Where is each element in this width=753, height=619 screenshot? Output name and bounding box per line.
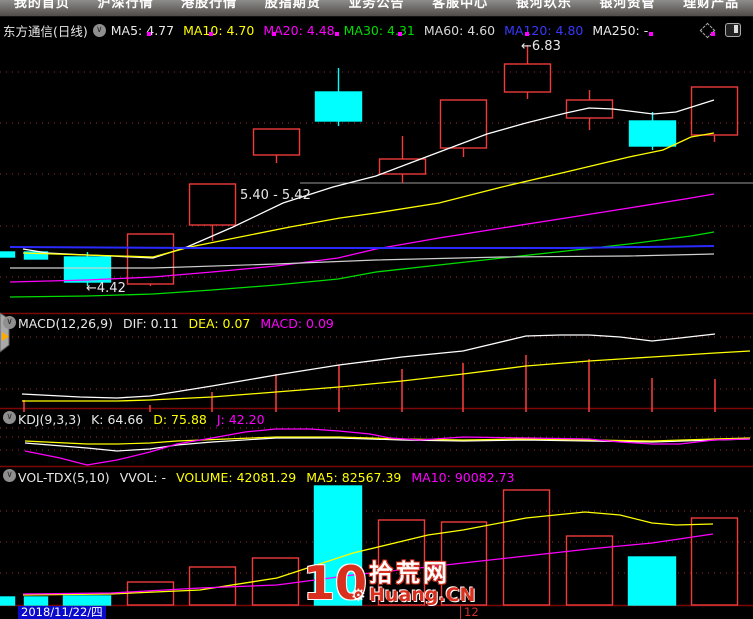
volume-bar <box>251 557 300 606</box>
price-annotation-2: 5.40 - 5.42 <box>240 188 311 203</box>
price-annotation-3: ←4.42 <box>86 281 126 296</box>
macd-value-dea: DEA: 0.07 <box>188 316 251 331</box>
signal-dot <box>398 32 402 36</box>
macd-value-dif: DIF: 0.11 <box>122 316 179 331</box>
vol-indicator-name: VOL-TDX(5,10) <box>18 470 110 485</box>
signal-dot <box>525 32 529 36</box>
candle-body <box>314 91 363 122</box>
trading-app-window: 我的首页 沪深行情 港股行情 股指期货 业务公告 客服中心 银河玖乐 银河资管 理财产品 东方通… <box>0 0 753 619</box>
vol-value-volume: VOLUME: 42081.29 <box>176 470 297 485</box>
chart-canvas[interactable]: ←6.83 5.40 - 5.42 ←4.42 <box>0 0 753 619</box>
vol-value-vvol: VVOL: - <box>119 470 167 485</box>
kdj-value-d: D: 75.88 <box>153 412 207 427</box>
kdj-k-line <box>24 437 751 452</box>
watermark-site-url: Huang.CN <box>369 584 476 606</box>
ma-line-ma5 <box>22 99 715 259</box>
kdj-j-line <box>24 428 751 466</box>
volume-bar <box>0 596 16 606</box>
candle-body <box>252 128 301 156</box>
signal-dot <box>209 32 213 36</box>
signal-dot <box>147 32 151 36</box>
macd-value-macd: MACD: 0.09 <box>260 316 334 331</box>
volume-bar <box>690 517 739 606</box>
watermark-ten: 10 ⚙ <box>303 560 367 606</box>
volume-bar <box>62 595 112 606</box>
macd-dif-line <box>21 333 716 399</box>
volume-bar <box>565 535 614 606</box>
signal-dot <box>335 32 339 36</box>
candle-body <box>439 99 488 149</box>
candle-body <box>188 183 237 226</box>
ma-line-ma10 <box>22 132 715 258</box>
vol-value-ma5: MA5: 82567.39 <box>306 470 402 485</box>
watermark-text-column: 拾荒网 Huang.CN <box>369 561 475 605</box>
price-annotation-1: ←6.83 <box>521 39 561 54</box>
volume-bar <box>627 556 677 606</box>
ma-line-ma20 <box>9 193 715 283</box>
signal-dot <box>272 32 276 36</box>
vol-chevron-down-icon[interactable]: ∨ <box>3 469 16 482</box>
macd-indicator-name: MACD(12,26,9) <box>18 316 113 331</box>
candle-body <box>690 86 739 136</box>
watermark: 10 ⚙ 拾荒网 Huang.CN <box>303 560 475 606</box>
macd-header: MACD(12,26,9) DIF: 0.11 DEA: 0.07 MACD: 0.0… <box>18 316 344 331</box>
vol-value-ma10: MA10: 90082.73 <box>411 470 515 485</box>
date-label: 2018/11/22/四 <box>18 606 106 619</box>
vol-header: VOL-TDX(5,10) VVOL: - VOLUME: 42081.29 MA5:… <box>18 470 524 485</box>
gear-icon: ⚙ <box>350 586 367 606</box>
kdj-chevron-down-icon[interactable]: ∨ <box>3 411 16 424</box>
volume-bar <box>23 596 49 606</box>
watermark-site-name: 拾荒网 <box>369 559 451 587</box>
kdj-value-k: K: 64.66 <box>91 412 144 427</box>
month-tick-label: 12 <box>460 606 479 619</box>
macd-chevron-down-icon[interactable]: ∨ <box>3 316 16 329</box>
candle-body <box>63 256 112 283</box>
kdj-header: KDJ(9,3,3) K: 64.66 D: 75.88 J: 42.20 <box>18 412 275 427</box>
date-axis: 2018/11/22/四 12 <box>0 606 753 619</box>
kdj-indicator-name: KDJ(9,3,3) <box>18 412 82 427</box>
candle-body <box>628 120 677 147</box>
candle-body <box>503 63 552 93</box>
volume-bar <box>502 489 551 606</box>
kdj-value-j: J: 42.20 <box>216 412 265 427</box>
signal-dot <box>649 32 653 36</box>
candle-body <box>0 251 16 258</box>
signal-dot <box>711 32 715 36</box>
